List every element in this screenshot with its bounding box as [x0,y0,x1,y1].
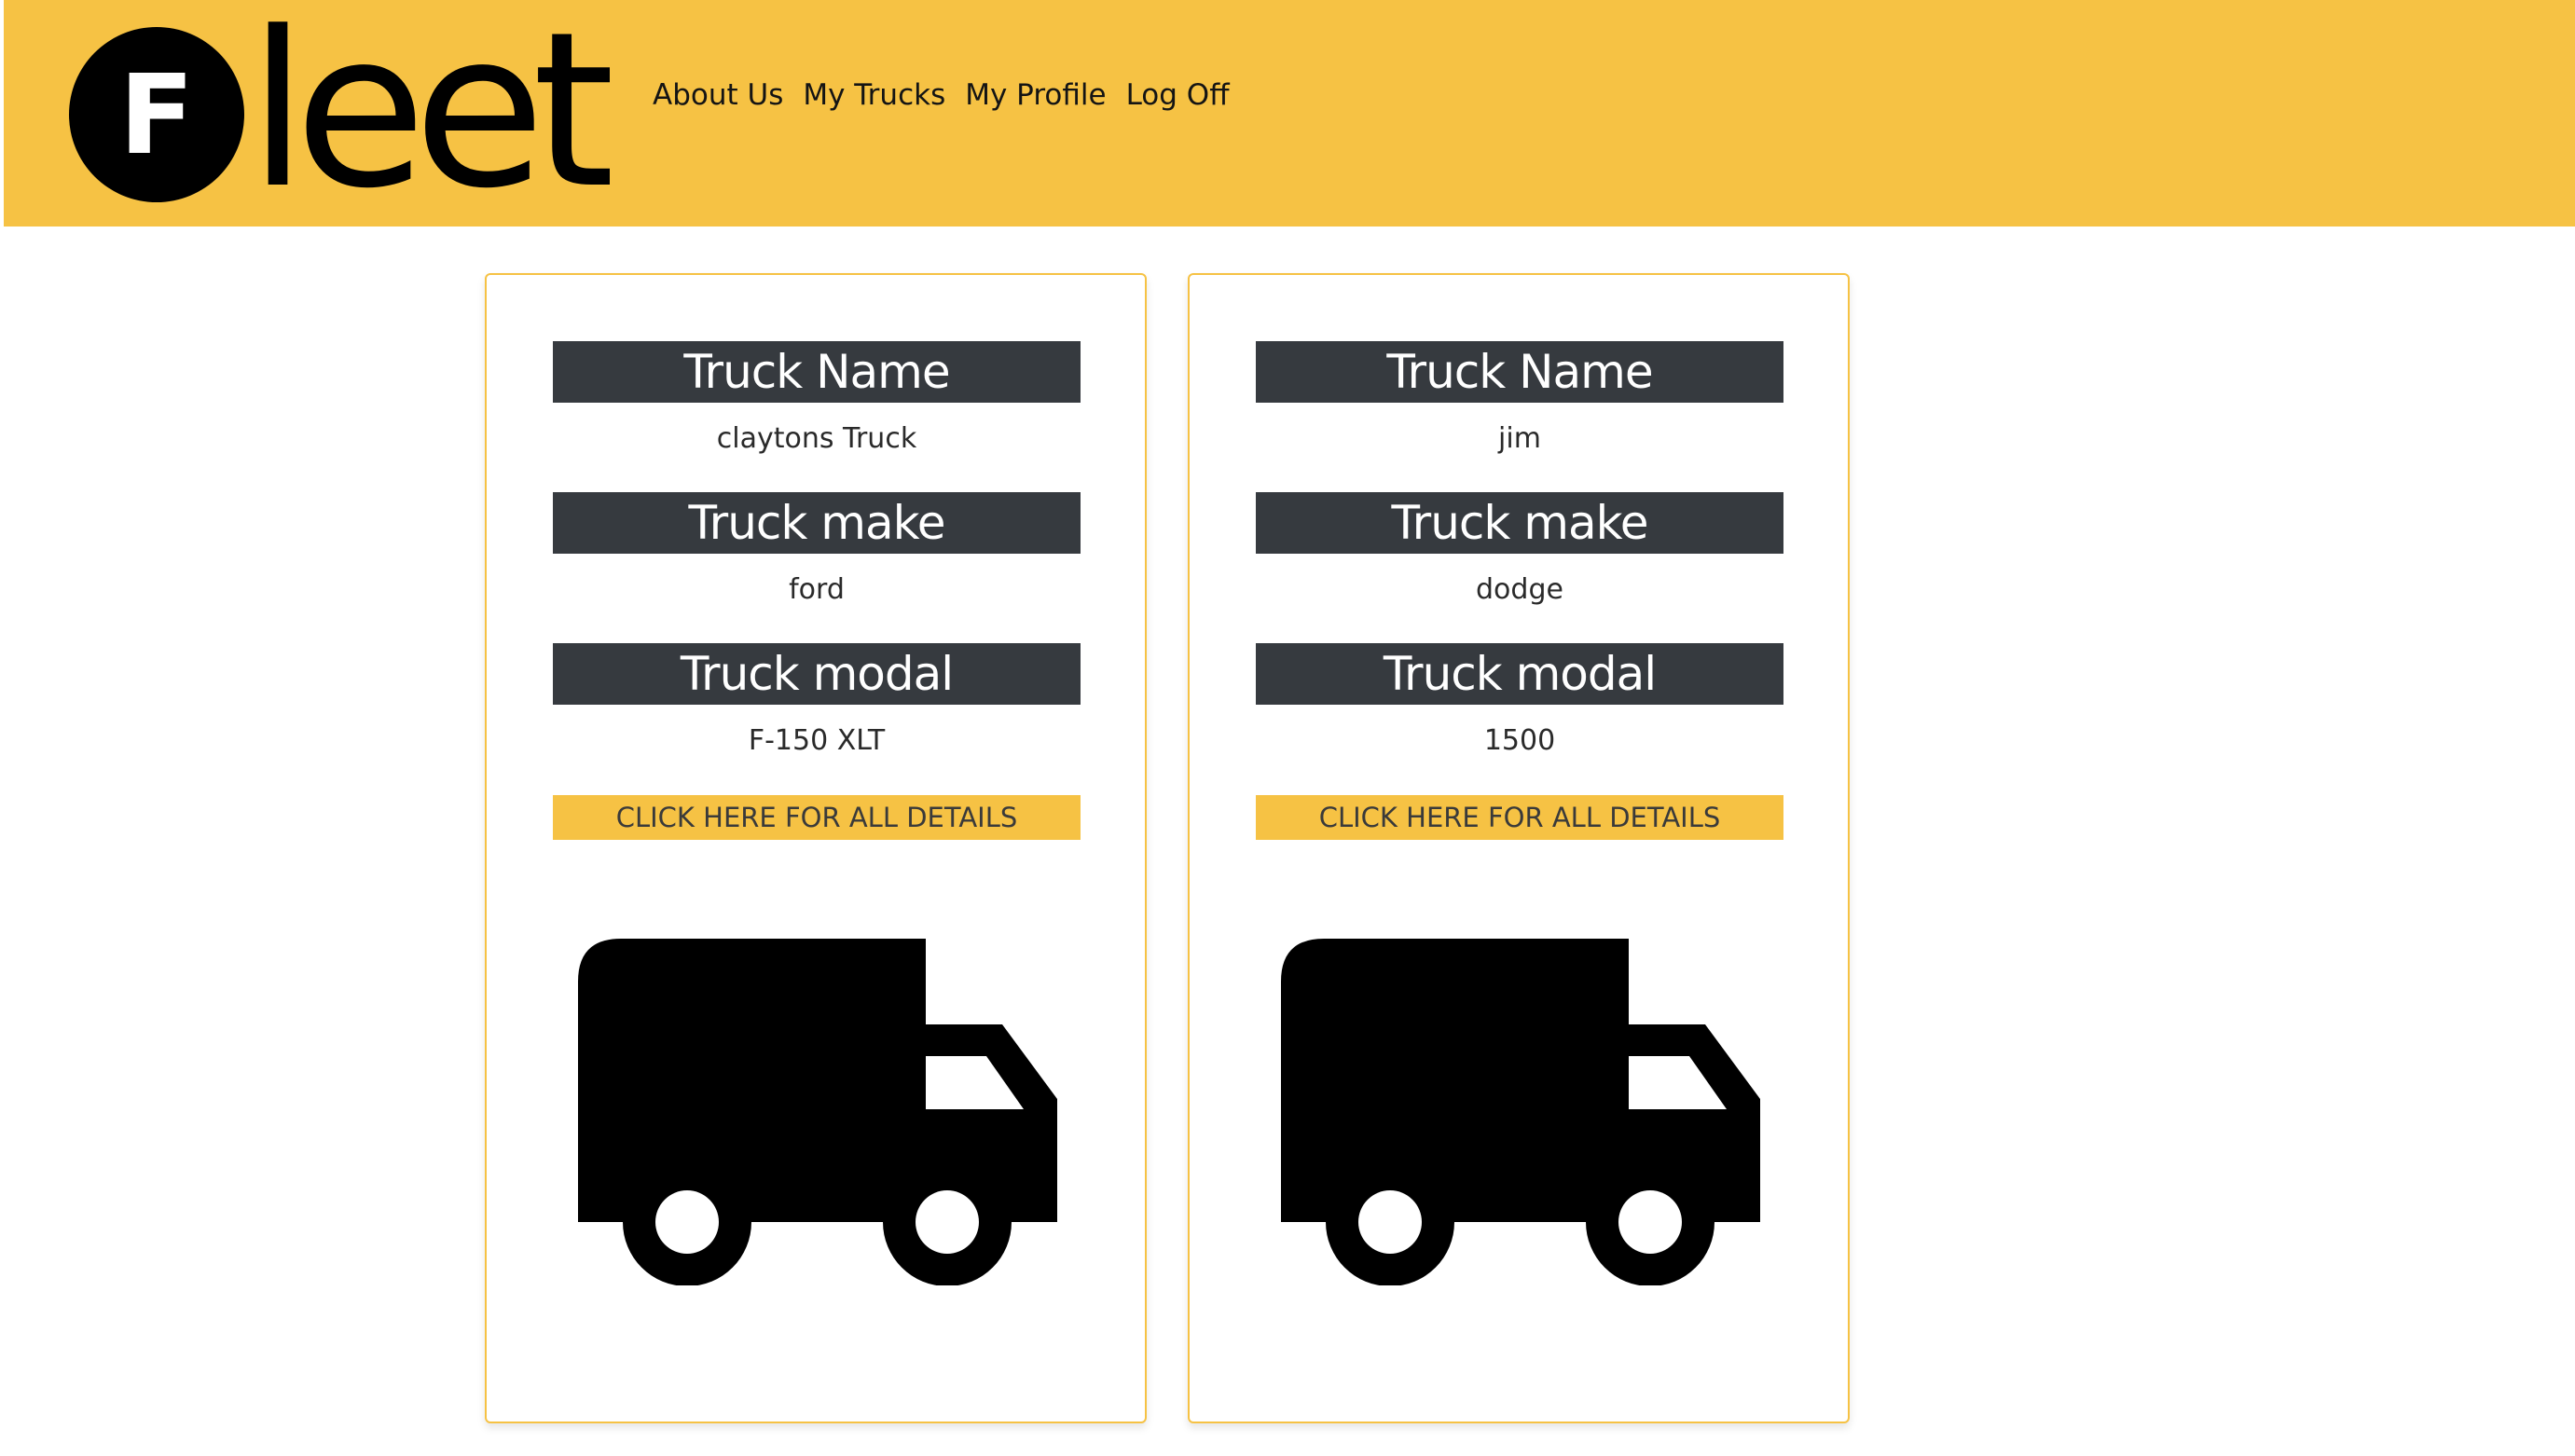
logo-letter: F [119,50,195,179]
truck-model-label: Truck modal [553,643,1081,705]
truck-name-value: claytons Truck [716,422,917,455]
details-button[interactable]: CLICK HERE FOR ALL DETAILS [1256,795,1783,840]
truck-make-label: Truck make [1256,492,1783,554]
truck-name-label: Truck Name [553,341,1081,403]
truck-name-value: jim [1498,422,1541,455]
nav-my-trucks[interactable]: My Trucks [803,78,945,112]
header-navbar: F leet About Us My Trucks My Profile Log… [4,0,2575,227]
truck-card: Truck Name jim Truck make dodge Truck mo… [1188,273,1850,1423]
truck-make-label: Truck make [553,492,1081,554]
nav-my-profile[interactable]: My Profile [965,78,1106,112]
nav-about-us[interactable]: About Us [653,78,783,112]
truck-model-value: F-150 XLT [748,724,886,757]
truck-model-value: 1500 [1483,724,1556,757]
nav-log-off[interactable]: Log Off [1126,78,1230,112]
logo-word: leet [248,17,610,203]
truck-model-label: Truck modal [1256,643,1783,705]
truck-make-value: dodge [1476,573,1563,606]
truck-make-value: ford [789,573,845,606]
main-nav: About Us My Trucks My Profile Log Off [653,78,1230,112]
details-button[interactable]: CLICK HERE FOR ALL DETAILS [553,795,1081,840]
truck-name-label: Truck Name [1256,341,1783,403]
truck-icon [1281,939,1760,1285]
truck-card: Truck Name claytons Truck Truck make for… [485,273,1147,1423]
fleet-logo[interactable]: F leet [69,17,610,203]
truck-icon [578,939,1057,1285]
